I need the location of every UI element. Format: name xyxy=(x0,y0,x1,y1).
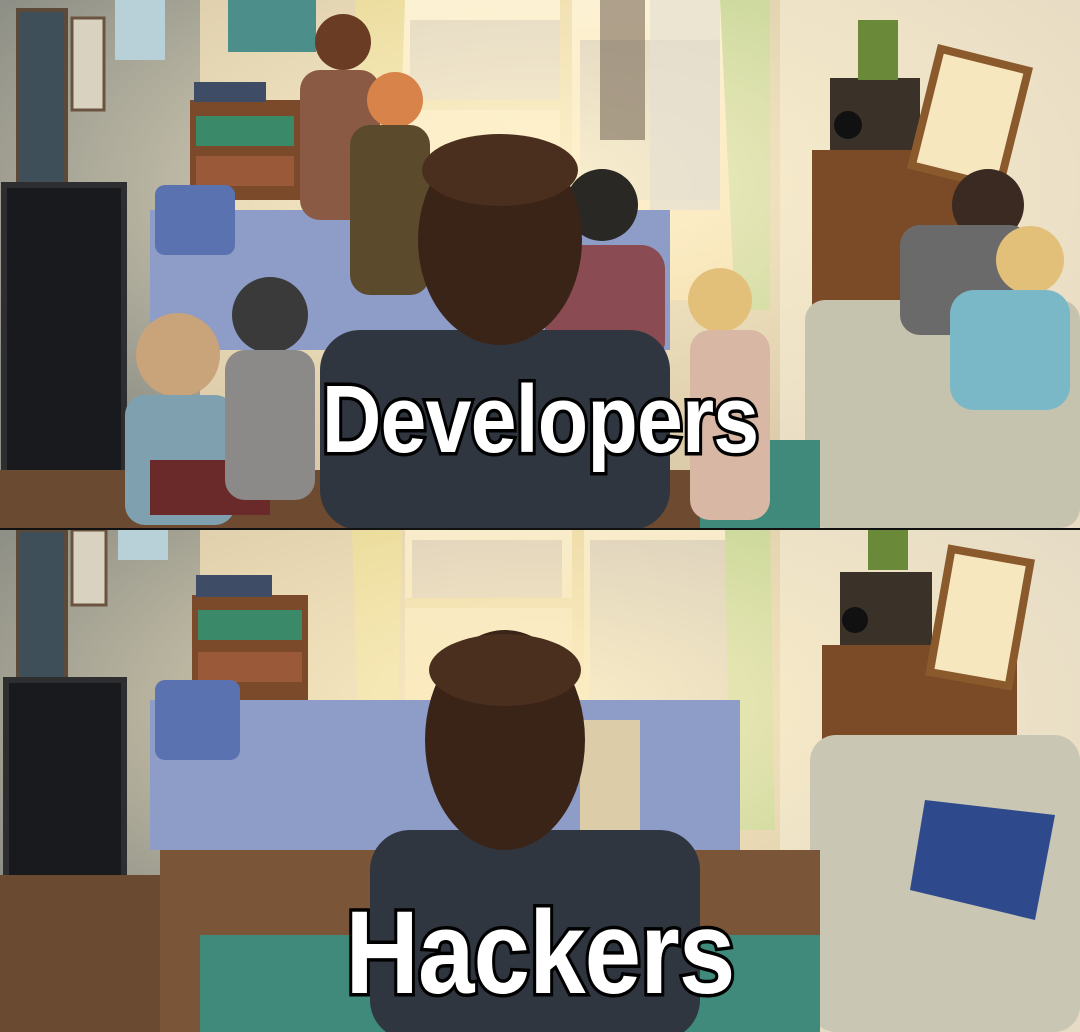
picture-frame xyxy=(70,16,106,112)
caption-hackers: Hackers xyxy=(343,887,739,1019)
picture-frame xyxy=(70,530,108,607)
bottom-panel-hackers: Hackers xyxy=(0,530,1080,1032)
tv-stand xyxy=(0,470,140,528)
plant xyxy=(858,20,898,80)
plant xyxy=(868,530,908,570)
pillow xyxy=(155,185,235,255)
wall-sign xyxy=(228,0,316,52)
pillow xyxy=(155,680,240,760)
towel xyxy=(118,530,168,560)
towel xyxy=(115,0,165,60)
mirror xyxy=(925,544,1035,691)
top-panel-developers: Developers xyxy=(0,0,1080,528)
caption-developers: Developers xyxy=(319,366,762,473)
